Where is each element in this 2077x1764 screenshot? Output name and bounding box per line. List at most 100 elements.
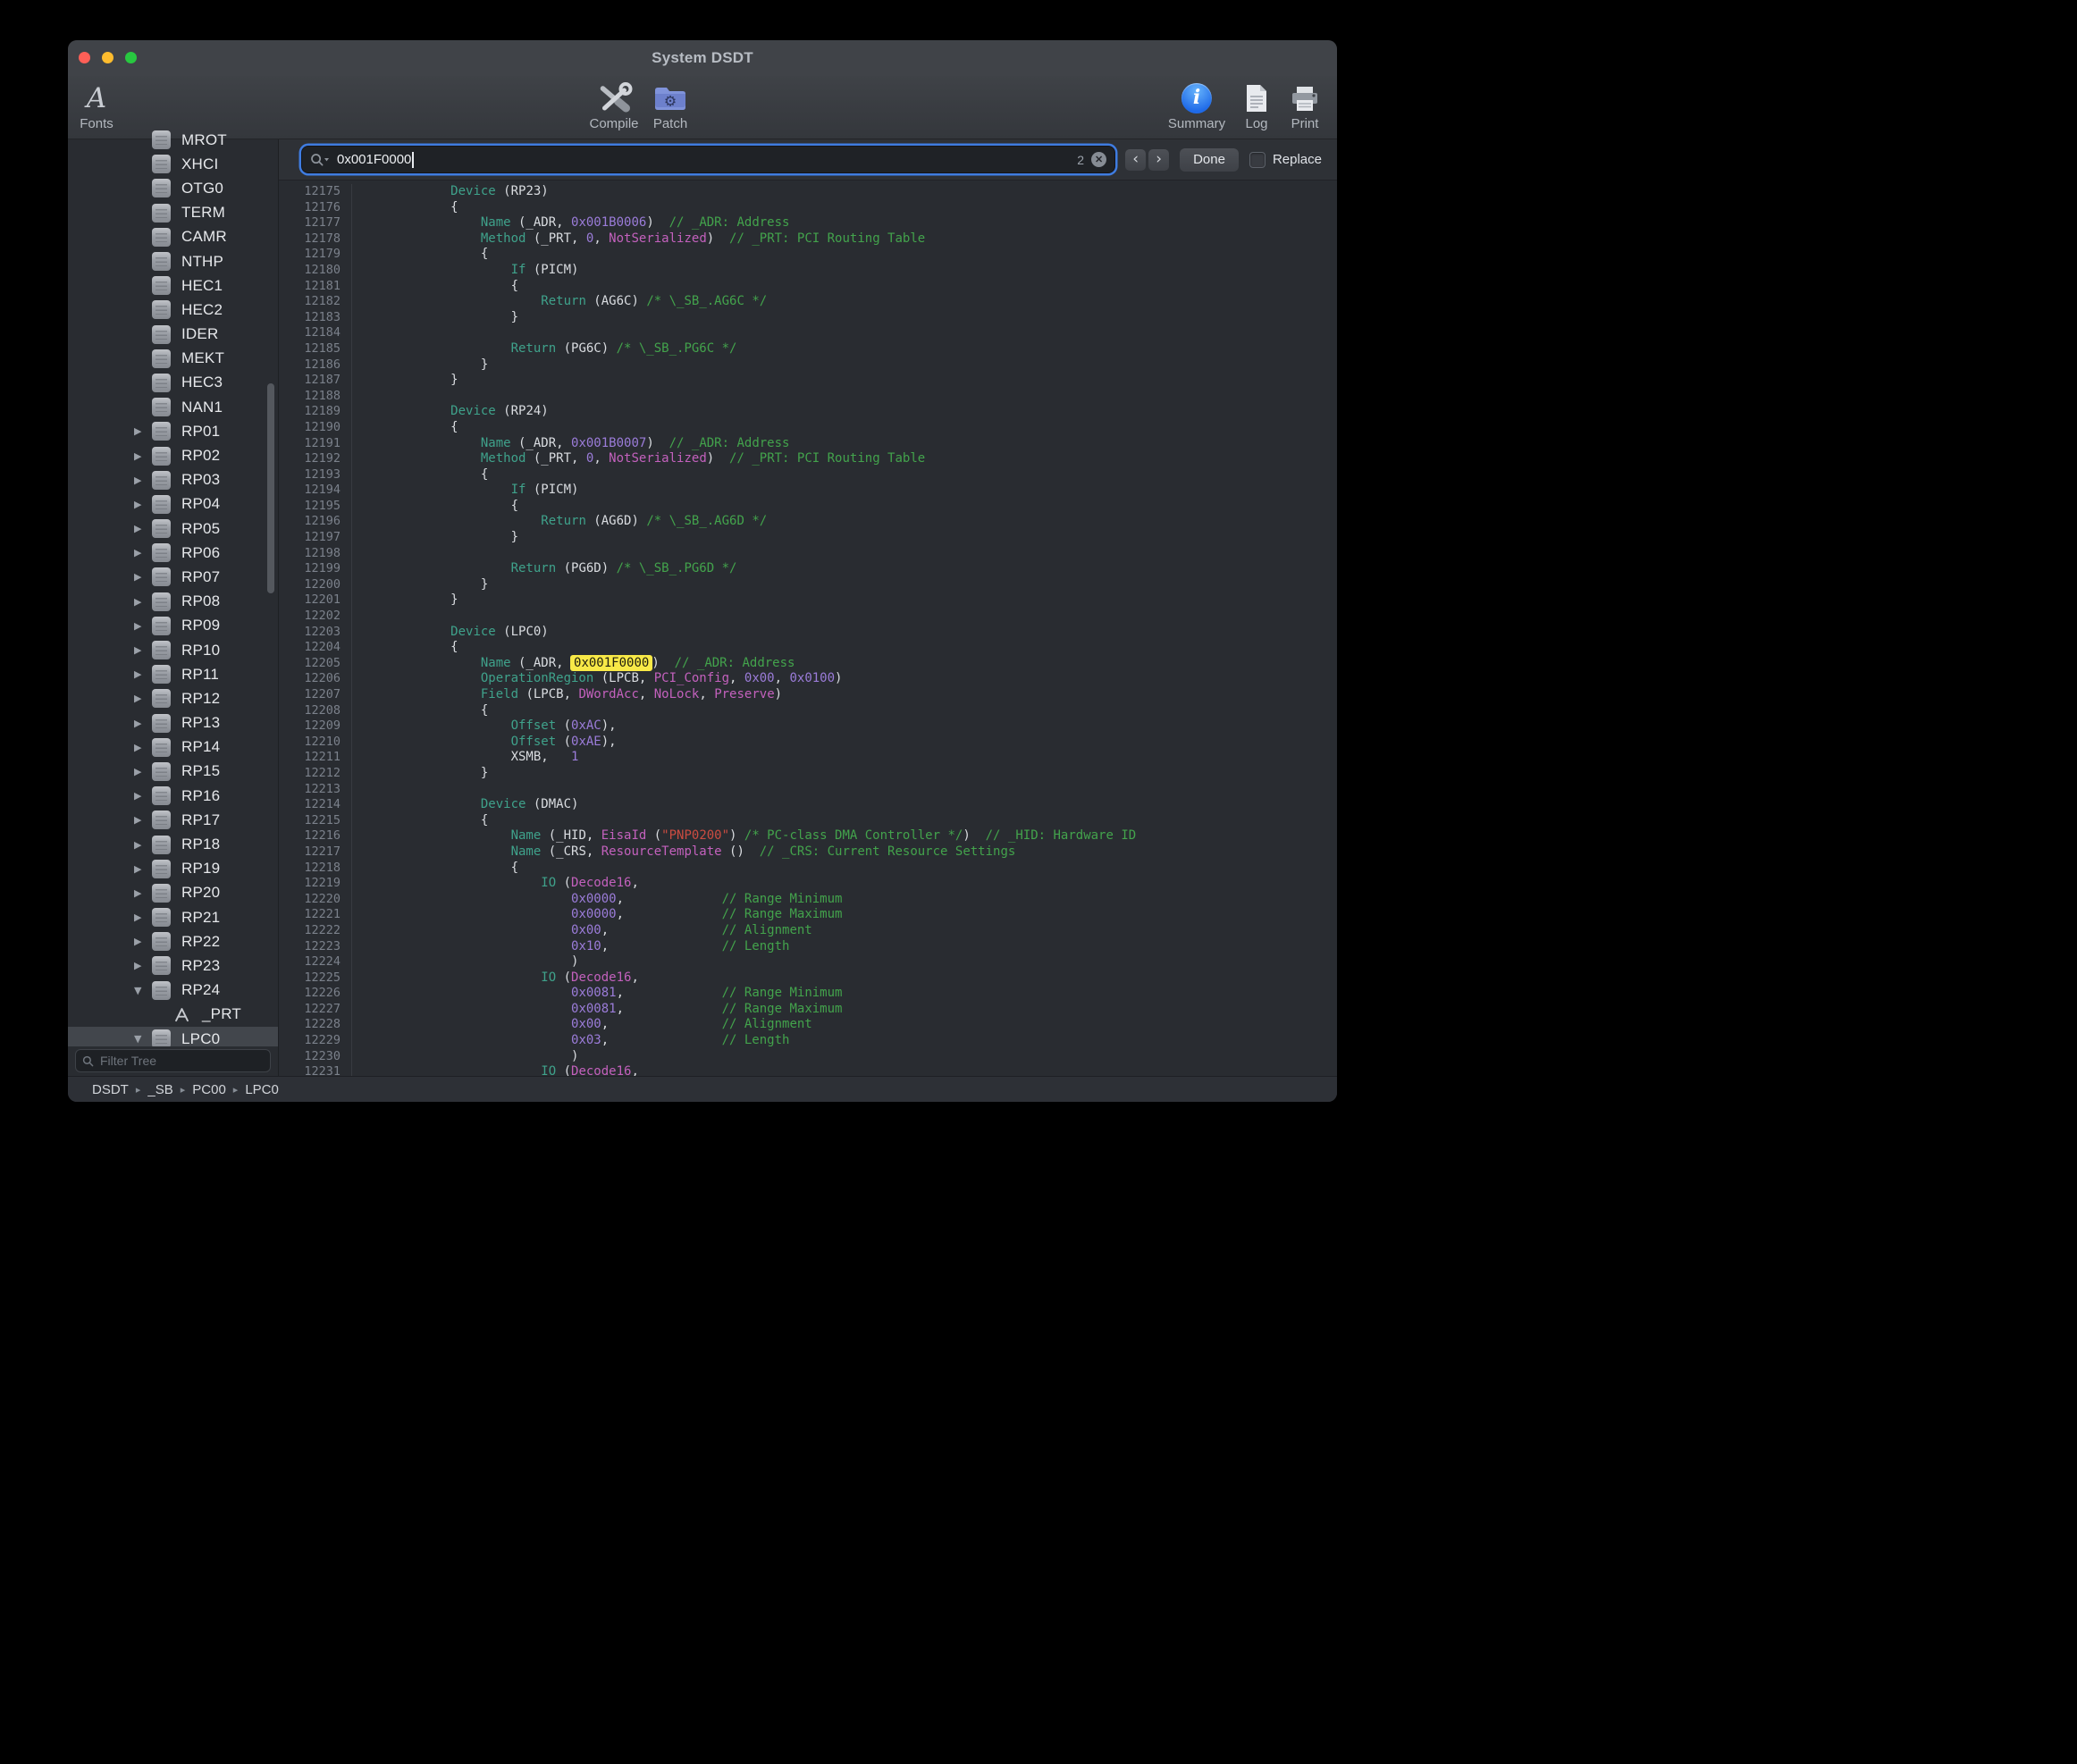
search-menu-icon[interactable] (310, 153, 330, 167)
sidebar-item-rp04[interactable]: ▶RP04 (68, 492, 278, 517)
device-icon (152, 398, 171, 416)
disclosure-triangle-icon[interactable]: ▶ (134, 499, 152, 510)
sidebar-item-label: RP03 (181, 471, 220, 489)
sidebar-item-rp03[interactable]: ▶ RP03 (68, 468, 278, 492)
sidebar-item-ider[interactable]: IDER (68, 323, 278, 347)
disclosure-triangle-icon[interactable]: ▶ (134, 960, 152, 971)
patch-button[interactable]: ⚙ Patch (652, 81, 688, 131)
sidebar-item-rp10[interactable]: ▶RP10 (68, 638, 278, 662)
sidebar-item-rp11[interactable]: ▶RP11 (68, 662, 278, 686)
sidebar-item-rp01[interactable]: ▶RP01 (68, 419, 278, 443)
sidebar-item-rp23[interactable]: ▶ RP23 (68, 953, 278, 978)
sidebar-item-rp13[interactable]: ▶RP13 (68, 711, 278, 735)
code-line: 12207 Field (LPCB, DWordAcc, NoLock, Pre… (279, 687, 1337, 703)
sidebar-item-rp18[interactable]: ▶RP18 (68, 832, 278, 856)
sidebar-item-rp14[interactable]: ▶RP14 (68, 735, 278, 760)
disclosure-triangle-icon[interactable]: ▶ (134, 596, 152, 608)
sidebar-item-hec3[interactable]: HEC3 (68, 371, 278, 395)
sidebar-item-rp07[interactable]: ▶RP07 (68, 565, 278, 589)
disclosure-triangle-icon[interactable]: ▶ (134, 693, 152, 704)
sidebar-item-rp12[interactable]: ▶RP12 (68, 686, 278, 710)
disclosure-triangle-icon[interactable]: ▶ (134, 911, 152, 923)
disclosure-triangle-icon[interactable]: ▶ (134, 887, 152, 899)
sidebar-item-rp09[interactable]: ▶RP09 (68, 614, 278, 638)
sidebar-item-rp24[interactable]: ▼RP24 (68, 979, 278, 1003)
disclosure-triangle-icon[interactable]: ▶ (134, 668, 152, 680)
sidebar-item-mekt[interactable]: MEKT (68, 347, 278, 371)
sidebar-item-label: RP23 (181, 957, 220, 975)
disclosure-triangle-icon[interactable]: ▶ (134, 718, 152, 729)
sidebar-item-nan1[interactable]: NAN1 (68, 395, 278, 419)
disclosure-triangle-icon[interactable]: ▼ (134, 985, 152, 996)
disclosure-triangle-icon[interactable]: ▶ (134, 450, 152, 462)
disclosure-triangle-icon[interactable]: ▶ (134, 790, 152, 802)
sidebar-item-rp16[interactable]: ▶RP16 (68, 784, 278, 808)
sidebar-item-_prt[interactable]: _PRT (68, 1003, 278, 1027)
filter-tree-input[interactable] (98, 1053, 264, 1069)
disclosure-triangle-icon[interactable]: ▶ (134, 863, 152, 875)
sidebar-scrollbar-thumb[interactable] (267, 383, 274, 593)
sidebar-item-rp02[interactable]: ▶RP02 (68, 443, 278, 467)
close-button[interactable] (79, 52, 90, 63)
find-input[interactable]: 0x001F0000 (337, 152, 1070, 168)
log-button[interactable]: Log (1245, 81, 1268, 131)
code-text: Method (_PRT, 0, NotSerialized) // _PRT:… (360, 451, 925, 467)
sidebar-tree[interactable]: MROTXHCIOTG0TERMCAMRNTHPHEC1HEC2IDERMEKT… (68, 128, 278, 1046)
sidebar-item-nthp[interactable]: NTHP (68, 249, 278, 273)
code-editor[interactable]: 12175 Device (RP23)12176 {12177 Name (_A… (279, 181, 1337, 1076)
disclosure-triangle-icon[interactable]: ▶ (134, 742, 152, 753)
done-button[interactable]: Done (1180, 148, 1239, 172)
editor-column: 0x001F0000 2 ✕ ‹ › Done Replace (279, 139, 1337, 1076)
disclosure-triangle-icon[interactable]: ▶ (134, 523, 152, 534)
find-next-button[interactable]: › (1148, 149, 1169, 171)
sidebar-item-term[interactable]: TERM (68, 201, 278, 225)
disclosure-triangle-icon[interactable]: ▶ (134, 547, 152, 559)
disclosure-triangle-icon[interactable]: ▶ (134, 814, 152, 826)
sidebar-item-rp21[interactable]: ▶RP21 (68, 905, 278, 929)
sidebar-item-hec2[interactable]: HEC2 (68, 298, 278, 322)
disclosure-triangle-icon[interactable]: ▶ (134, 936, 152, 947)
replace-checkbox[interactable] (1249, 152, 1266, 168)
find-field[interactable]: 0x001F0000 2 ✕ (302, 147, 1114, 172)
disclosure-triangle-icon[interactable]: ▶ (134, 425, 152, 437)
code-line: 12197 } (279, 530, 1337, 546)
summary-button[interactable]: i Summary (1168, 81, 1225, 131)
fonts-button[interactable]: A Fonts (80, 81, 114, 131)
sidebar-item-camr[interactable]: CAMR (68, 225, 278, 249)
sidebar-item-mrot[interactable]: MROT (68, 128, 278, 152)
breadcrumb-item-_sb[interactable]: _SB (147, 1082, 172, 1097)
disclosure-triangle-icon[interactable]: ▶ (134, 766, 152, 777)
disclosure-triangle-icon[interactable]: ▶ (134, 475, 152, 486)
sidebar-item-rp20[interactable]: ▶RP20 (68, 881, 278, 905)
sidebar-item-otg0[interactable]: OTG0 (68, 176, 278, 200)
sidebar-item-rp19[interactable]: ▶RP19 (68, 857, 278, 881)
replace-toggle[interactable]: Replace (1249, 152, 1322, 168)
breadcrumb-item-dsdt[interactable]: DSDT (92, 1082, 129, 1097)
disclosure-triangle-icon[interactable]: ▶ (134, 644, 152, 656)
sidebar-item-xhci[interactable]: XHCI (68, 152, 278, 176)
zoom-button[interactable] (125, 52, 137, 63)
sidebar-item-lpc0[interactable]: ▼LPC0 (68, 1027, 278, 1046)
disclosure-triangle-icon[interactable]: ▶ (134, 620, 152, 632)
compile-button[interactable]: Compile (589, 81, 638, 131)
sidebar-item-rp06[interactable]: ▶RP06 (68, 541, 278, 565)
clear-search-icon[interactable]: ✕ (1091, 152, 1106, 167)
disclosure-triangle-icon[interactable]: ▶ (134, 839, 152, 851)
code-line: 12214 Device (DMAC) (279, 797, 1337, 813)
sidebar-item-rp17[interactable]: ▶RP17 (68, 808, 278, 832)
disclosure-triangle-icon[interactable]: ▼ (134, 1033, 152, 1045)
filter-tree-field[interactable] (75, 1049, 271, 1072)
minimize-button[interactable] (102, 52, 114, 63)
breadcrumb-item-lpc0[interactable]: LPC0 (245, 1082, 279, 1097)
sidebar-item-hec1[interactable]: HEC1 (68, 273, 278, 298)
print-button[interactable]: Print (1290, 81, 1320, 131)
sidebar-item-rp05[interactable]: ▶RP05 (68, 517, 278, 541)
line-number: 12220 (279, 892, 352, 908)
device-icon (152, 762, 171, 781)
sidebar-item-rp15[interactable]: ▶RP15 (68, 760, 278, 784)
disclosure-triangle-icon[interactable]: ▶ (134, 571, 152, 583)
find-previous-button[interactable]: ‹ (1125, 149, 1146, 171)
sidebar-item-rp08[interactable]: ▶RP08 (68, 590, 278, 614)
breadcrumb-item-pc00[interactable]: PC00 (192, 1082, 226, 1097)
sidebar-item-rp22[interactable]: ▶RP22 (68, 929, 278, 953)
